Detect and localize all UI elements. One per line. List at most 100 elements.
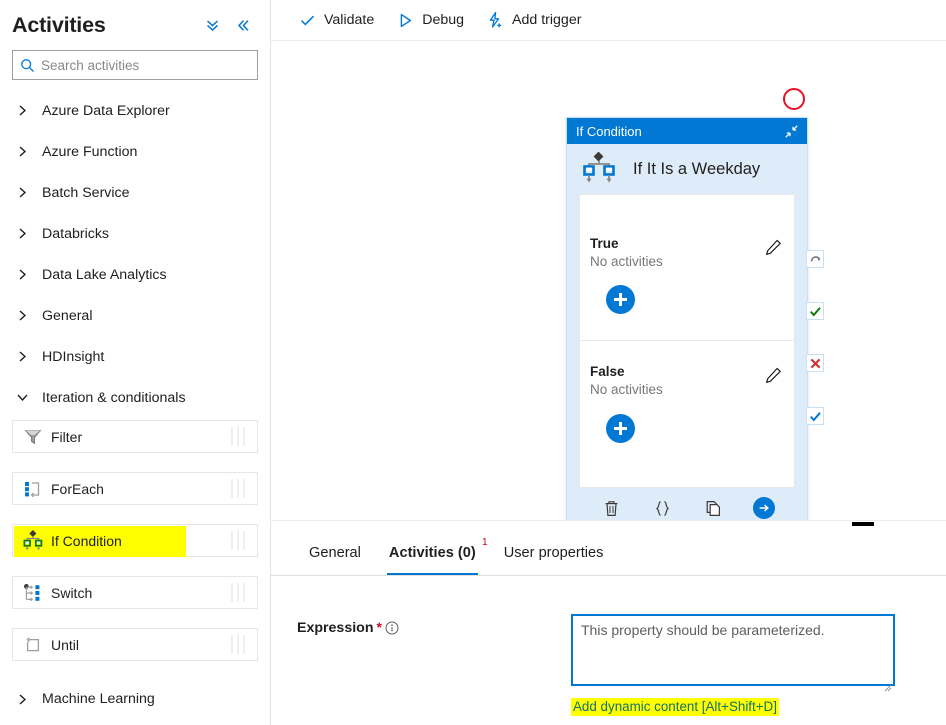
category-list: Azure Data Explorer Azure Function Batch… bbox=[0, 80, 270, 418]
edit-pencil-icon[interactable] bbox=[760, 235, 786, 259]
search-icon bbox=[13, 51, 41, 79]
node-footer-toolbar bbox=[567, 488, 807, 520]
search-box[interactable] bbox=[12, 50, 258, 80]
category-hdinsight[interactable]: HDInsight bbox=[0, 336, 270, 377]
activity-list: Filter ForEach If Condition Switch Until bbox=[0, 418, 270, 661]
tab-label: Activities (0) bbox=[388, 545, 476, 561]
pipeline-toolbar: Validate Debug Add trigger bbox=[271, 0, 946, 41]
on-skip-handle[interactable] bbox=[806, 250, 824, 268]
activity-item-foreach[interactable]: ForEach bbox=[12, 472, 258, 505]
expression-input[interactable] bbox=[571, 614, 895, 686]
lightning-bolt-add-icon bbox=[486, 11, 504, 29]
drag-handle-icon[interactable] bbox=[225, 582, 251, 604]
tab-activities[interactable]: Activities (0) 1 bbox=[375, 531, 490, 575]
panel-divider bbox=[271, 520, 946, 527]
add-dynamic-content-link[interactable]: Add dynamic content [Alt+Shift+D] bbox=[571, 698, 779, 716]
red-circle-annotation bbox=[783, 88, 805, 110]
until-icon bbox=[18, 634, 48, 656]
drag-handle-icon[interactable] bbox=[225, 634, 251, 656]
branch-false[interactable]: False No activities bbox=[579, 341, 795, 488]
branch-subtitle: No activities bbox=[590, 254, 663, 269]
activity-label: Filter bbox=[51, 428, 83, 445]
drag-handle-icon[interactable] bbox=[225, 478, 251, 500]
category-label: Azure Function bbox=[42, 143, 138, 160]
node-name-row: If It Is a Weekday bbox=[567, 144, 807, 194]
activity-item-filter[interactable]: Filter bbox=[12, 420, 258, 453]
drag-handle-icon[interactable] bbox=[225, 426, 251, 448]
activity-item-switch[interactable]: Switch bbox=[12, 576, 258, 609]
branch-true[interactable]: True No activities bbox=[579, 194, 795, 341]
panel-resize-handle[interactable] bbox=[852, 522, 874, 526]
delete-icon[interactable] bbox=[600, 496, 624, 520]
chevron-right-icon bbox=[14, 308, 30, 324]
clone-icon[interactable] bbox=[702, 496, 726, 520]
category-databricks[interactable]: Databricks bbox=[0, 213, 270, 254]
category-label: Iteration & conditionals bbox=[42, 389, 186, 406]
category-general[interactable]: General bbox=[0, 295, 270, 336]
branch-subtitle: No activities bbox=[590, 382, 663, 397]
play-icon bbox=[396, 11, 414, 29]
arrow-right-icon[interactable] bbox=[752, 497, 775, 519]
tab-user-properties[interactable]: User properties bbox=[490, 531, 618, 575]
category-batch-service[interactable]: Batch Service bbox=[0, 172, 270, 213]
on-success-handle[interactable] bbox=[806, 302, 824, 320]
node-name-label: If It Is a Weekday bbox=[633, 159, 761, 178]
category-label: Databricks bbox=[42, 225, 110, 242]
activity-item-if-condition[interactable]: If Condition bbox=[12, 524, 258, 557]
tab-general[interactable]: General bbox=[295, 531, 375, 575]
tab-error-badge: 1 bbox=[481, 536, 488, 548]
expression-label: Expression bbox=[297, 620, 374, 636]
category-machine-learning[interactable]: Machine Learning bbox=[0, 680, 270, 718]
filter-icon bbox=[18, 426, 48, 448]
switch-icon bbox=[18, 582, 48, 604]
debug-button[interactable]: Debug bbox=[387, 4, 473, 36]
checkmark-icon bbox=[298, 11, 316, 29]
search-input[interactable] bbox=[41, 52, 257, 78]
code-braces-icon[interactable] bbox=[651, 496, 675, 520]
tab-label: User properties bbox=[503, 545, 604, 561]
if-condition-node[interactable]: If Condition If It Is a Weekday True No … bbox=[566, 117, 808, 520]
category-azure-function[interactable]: Azure Function bbox=[0, 131, 270, 172]
tab-label: General bbox=[309, 545, 361, 561]
foreach-icon bbox=[18, 478, 48, 500]
category-label: Machine Learning bbox=[42, 691, 155, 707]
main-area: Validate Debug Add trigger If Condition … bbox=[271, 0, 946, 725]
if-condition-icon bbox=[18, 529, 48, 552]
add-activity-button-true[interactable] bbox=[606, 285, 635, 314]
activity-item-until[interactable]: Until bbox=[12, 628, 258, 661]
chevron-right-icon bbox=[14, 185, 30, 201]
chevron-right-icon bbox=[14, 691, 30, 707]
edit-pencil-icon[interactable] bbox=[760, 363, 786, 387]
category-iteration-and-conditionals[interactable]: Iteration & conditionals bbox=[0, 377, 270, 418]
branch-header: True No activities bbox=[580, 195, 794, 271]
chevron-right-icon bbox=[14, 349, 30, 365]
add-activity-button-false[interactable] bbox=[606, 414, 635, 443]
category-label: Azure Data Explorer bbox=[42, 102, 170, 119]
adf-pipeline-editor: Activities Search activities Azure Data … bbox=[0, 0, 946, 725]
on-completion-handle[interactable] bbox=[806, 407, 824, 425]
category-label: Data Lake Analytics bbox=[42, 266, 167, 283]
chevron-right-icon bbox=[14, 226, 30, 242]
pipeline-canvas[interactable]: If Condition If It Is a Weekday True No … bbox=[271, 41, 946, 520]
collapse-node-icon[interactable] bbox=[781, 121, 801, 141]
branch-title: False bbox=[590, 364, 625, 379]
drag-handle-icon[interactable] bbox=[225, 530, 251, 552]
expression-row: Expression * This property should be par… bbox=[271, 614, 946, 716]
collapse-panel-icon[interactable] bbox=[235, 17, 252, 34]
branch-labels: False No activities bbox=[590, 363, 760, 399]
expression-label-group: Expression * bbox=[297, 614, 571, 716]
info-icon[interactable] bbox=[385, 621, 399, 635]
category-label: General bbox=[42, 307, 93, 324]
category-data-lake-analytics[interactable]: Data Lake Analytics bbox=[0, 254, 270, 295]
validate-button[interactable]: Validate bbox=[289, 4, 383, 36]
sidebar-header: Activities bbox=[0, 0, 270, 42]
node-type-label: If Condition bbox=[576, 123, 642, 139]
add-trigger-button[interactable]: Add trigger bbox=[477, 4, 590, 36]
category-label: HDInsight bbox=[42, 348, 105, 365]
branch-header: False No activities bbox=[580, 341, 794, 399]
chevron-right-icon bbox=[14, 144, 30, 160]
collapse-all-icon[interactable] bbox=[204, 17, 221, 34]
node-title-bar: If Condition bbox=[567, 118, 807, 144]
category-azure-data-explorer[interactable]: Azure Data Explorer bbox=[0, 90, 270, 131]
on-failure-handle[interactable] bbox=[806, 354, 824, 372]
